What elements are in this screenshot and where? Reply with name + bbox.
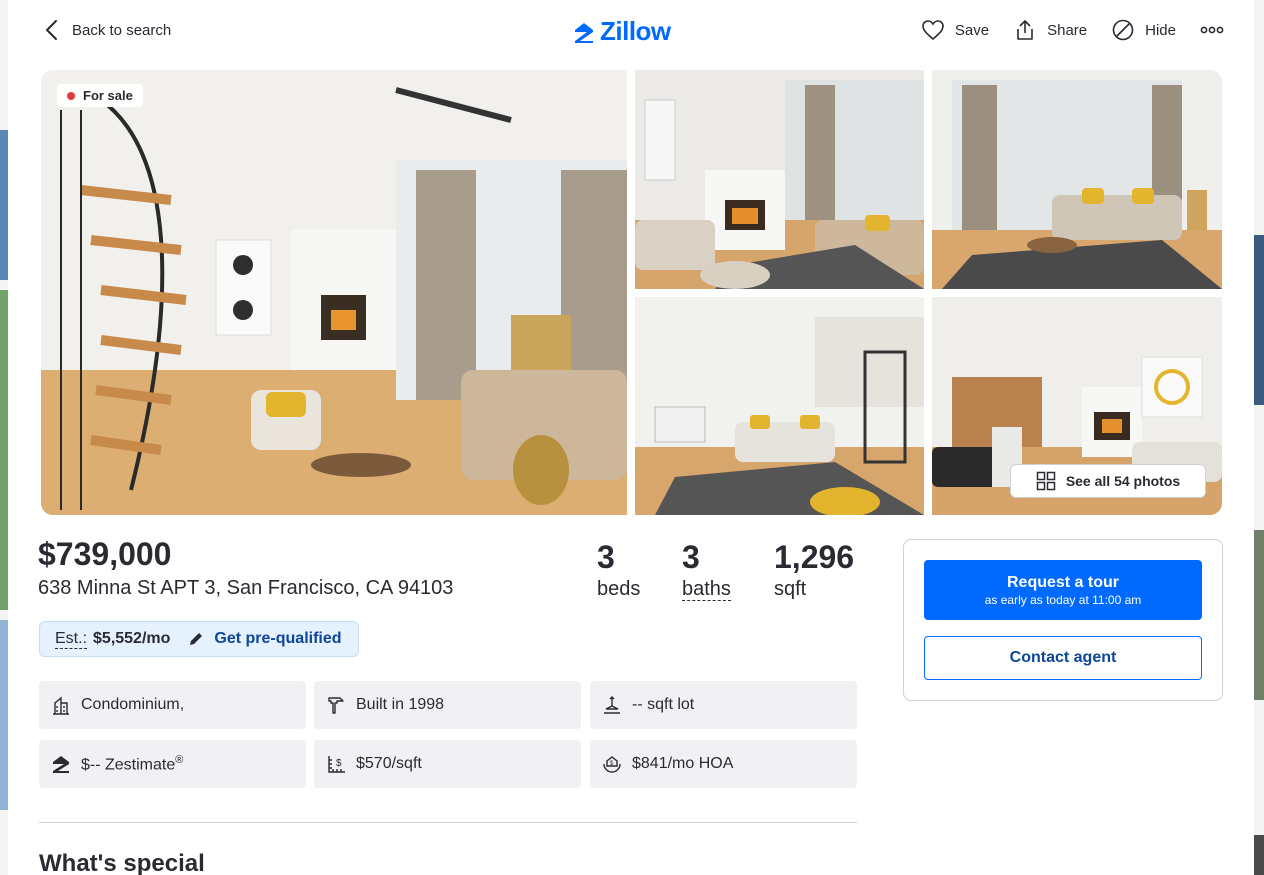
back-label: Back to search [72, 21, 172, 39]
background-page-left [0, 0, 8, 875]
see-all-photos-button[interactable]: See all 54 photos [1010, 464, 1206, 498]
see-all-photos-label: See all 54 photos [1065, 473, 1181, 489]
hide-button[interactable]: Hide [1111, 18, 1176, 42]
gallery-photo-3[interactable] [635, 297, 924, 515]
zillow-logo[interactable]: Zillow [572, 16, 671, 47]
share-button[interactable]: Share [1013, 18, 1087, 42]
beds-label: beds [597, 578, 641, 600]
sqft-label: sqft [774, 578, 807, 600]
listing-modal: Back to search Zillow Save Share Hide Fo… [8, 0, 1254, 875]
fact-zestimate-label: $-- Zestimate® [81, 753, 184, 774]
save-label: Save [954, 21, 990, 39]
est-label[interactable]: Est.: [55, 630, 88, 649]
zillow-logo-icon [575, 22, 593, 43]
contact-agent-button[interactable]: Contact agent [924, 636, 1202, 680]
request-tour-title: Request a tour [1006, 574, 1119, 591]
status-badge: For sale [57, 84, 143, 107]
baths-value: 3 [682, 539, 700, 575]
ruler-dollar-icon: $ [328, 756, 345, 773]
fact-hoa-label: $841/mo HOA [632, 755, 734, 772]
grid-icon [1036, 471, 1056, 491]
est-amount: $5,552/mo [93, 630, 171, 647]
beds-value: 3 [597, 539, 615, 575]
save-button[interactable]: Save [921, 18, 989, 42]
for-sale-dot-icon [67, 91, 75, 100]
contact-card: Request a tour as early as today at 11:0… [903, 539, 1223, 701]
back-to-search-link[interactable]: Back to search [42, 18, 171, 42]
lot-size-icon [604, 696, 620, 714]
windows-room-image [932, 70, 1222, 289]
fact-price-per-sqft: $ $570/sqft [314, 740, 581, 788]
request-tour-subtitle: as early as today at 11:00 am [984, 593, 1142, 607]
pencil-icon[interactable] [188, 631, 204, 647]
gallery-photo-2[interactable] [932, 70, 1222, 289]
registered-mark: ® [175, 753, 184, 766]
loft-view-image [635, 297, 924, 515]
hide-icon [1112, 19, 1134, 41]
request-tour-button[interactable]: Request a tour as early as today at 11:0… [924, 560, 1202, 620]
background-page-right [1254, 0, 1264, 875]
photo-gallery: For sale See all 54 photos [41, 70, 1222, 515]
logo-text: Zillow [600, 16, 671, 46]
modal-header: Back to search Zillow Save Share Hide [8, 0, 1254, 62]
sqft-value: 1,296 [774, 539, 855, 575]
get-pre-qualified-link[interactable]: Get pre-qualified [214, 630, 341, 648]
fact-year-built-label: Built in 1998 [356, 696, 445, 713]
whats-special-heading: What's special [39, 850, 205, 875]
header-actions: Save Share Hide [921, 18, 1224, 42]
baths-stat[interactable]: 3 baths [682, 540, 731, 604]
estimated-payment-pill: Est.: $5,552/mo Get pre-qualified [39, 621, 359, 657]
more-options-button[interactable] [1200, 18, 1224, 42]
hoa-hands-icon: $ [603, 756, 621, 773]
fact-lot-size: -- sqft lot [590, 681, 857, 729]
hammer-icon [328, 697, 344, 714]
fact-home-type-label: Condominium, [81, 696, 185, 713]
fact-year-built: Built in 1998 [314, 681, 581, 729]
more-icon [1200, 26, 1224, 34]
heart-icon [922, 20, 944, 41]
section-divider [39, 822, 857, 823]
gallery-photo-1[interactable] [635, 70, 924, 289]
listing-price: $739,000 [38, 536, 172, 572]
fact-zestimate: $-- Zestimate® [39, 740, 306, 788]
fact-hoa: $ $841/mo HOA [590, 740, 857, 788]
living-room-image [41, 70, 627, 515]
chevron-left-icon [46, 20, 57, 40]
beds-stat: 3 beds [597, 540, 640, 604]
sqft-stat: 1,296 sqft [774, 540, 854, 604]
building-icon [53, 696, 69, 715]
fact-home-type: Condominium, [39, 681, 306, 729]
zillow-z-icon [53, 756, 69, 773]
main-photo[interactable]: For sale [41, 70, 627, 515]
fact-lot-size-label: -- sqft lot [632, 696, 695, 713]
share-label: Share [1047, 21, 1088, 39]
listing-address: 638 Minna St APT 3, San Francisco, CA 94… [38, 577, 454, 599]
share-icon [1017, 20, 1033, 40]
status-badge-label: For sale [83, 88, 133, 103]
fact-price-per-sqft-label: $570/sqft [356, 755, 422, 772]
fireplace-room-image [635, 70, 924, 289]
baths-label[interactable]: baths [682, 578, 731, 601]
hide-label: Hide [1145, 21, 1176, 39]
svg-text:$: $ [336, 758, 342, 769]
